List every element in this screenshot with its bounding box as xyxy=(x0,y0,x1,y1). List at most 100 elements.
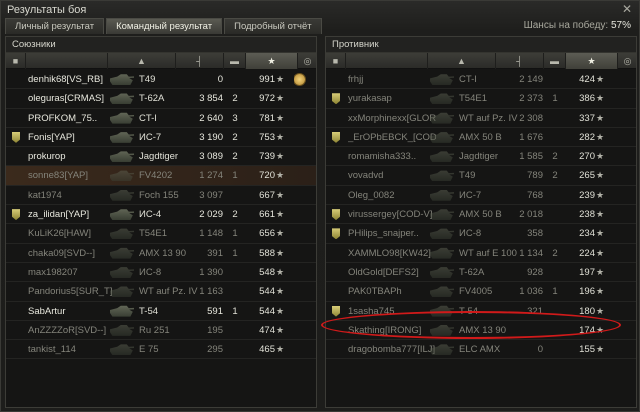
star-icon: ★ xyxy=(276,228,285,239)
sort-squad-icon[interactable]: ■ xyxy=(326,53,346,69)
table-row[interactable]: yurakasap T54E1 2 373 1 386 ★ xyxy=(326,89,636,109)
damage-value: 2 018 xyxy=(519,209,543,221)
star-icon: ★ xyxy=(276,286,285,297)
xp-value: 781 xyxy=(259,112,275,124)
sort-damage-icon[interactable]: ┤ xyxy=(496,53,544,69)
table-row[interactable]: 1sasha745 T-54 321 180 ★ xyxy=(326,302,636,321)
table-row[interactable]: prokurop Jagdtiger 3 089 2 739 ★ xyxy=(6,147,316,167)
damage-value: 3 854 xyxy=(199,93,223,105)
frags-value xyxy=(548,109,562,128)
damage-value: 1 585 xyxy=(519,151,543,163)
table-row[interactable]: romamisha333.. Jagdtiger 1 585 2 270 ★ xyxy=(326,147,636,167)
table-row[interactable]: sonne83[YAP] FV4202 1 274 1 720 ★ xyxy=(6,166,316,186)
squad-slot xyxy=(332,267,342,278)
table-row[interactable]: AnZZZZoR[SVD--] Ru 251 195 474 ★ xyxy=(6,321,316,341)
tank-icon xyxy=(430,150,454,163)
star-icon: ★ xyxy=(276,266,285,277)
frags-value: 3 xyxy=(232,112,238,124)
xp-value: 474 xyxy=(259,324,275,336)
tank-icon xyxy=(430,131,454,144)
table-row[interactable]: SabArtur T-54 591 1 544 ★ xyxy=(6,302,316,321)
player-name: KuLiK26[HAW] xyxy=(28,228,92,240)
sort-squad-icon[interactable]: ■ xyxy=(6,53,26,69)
enemies-list: frhjj CT-I 2 149 424 ★ yurakasap T54E1 2 373 1 38… xyxy=(326,70,636,360)
player-name: yurakasap xyxy=(348,93,392,105)
table-row[interactable]: oleguras[CRMAS] T-62A 3 854 2 972 ★ xyxy=(6,89,316,109)
table-row[interactable]: Pandorius5[SUR_T] WT auf Pz. IV 1 163 544 ★ xyxy=(6,282,316,302)
table-row[interactable]: za_ilidan[YAP] ИС-4 2 029 2 661 ★ xyxy=(6,205,316,225)
frags-value xyxy=(548,186,562,205)
star-icon: ★ xyxy=(276,74,285,84)
table-row[interactable]: OldGold[DEFS2] T-62A 928 197 ★ xyxy=(326,263,636,283)
sort-xp-icon[interactable]: ★ xyxy=(246,53,298,69)
sort-frags-icon[interactable]: ▬ xyxy=(544,53,566,69)
player-name: chaka09[SVD--] xyxy=(28,247,96,259)
frags-value: 2 xyxy=(232,151,238,163)
sort-player-button[interactable] xyxy=(346,53,428,69)
star-icon: ★ xyxy=(276,151,285,162)
damage-value: 1 134 xyxy=(519,247,543,259)
xp-value: 667 xyxy=(259,189,275,201)
tab-bar: Личный результат Командный результат Под… xyxy=(5,18,324,34)
damage-value: 1 036 xyxy=(519,286,543,298)
table-row[interactable]: xxMorphinexx[GLORI] WT auf Pz. IV 2 308 337… xyxy=(326,109,636,128)
tank-icon xyxy=(110,208,134,221)
player-name: SabArtur xyxy=(28,305,66,317)
tank-icon xyxy=(430,324,454,337)
damage-value: 928 xyxy=(527,266,543,278)
table-row[interactable]: dragobomba777[ILJ] ELC AMX 0 155 ★ xyxy=(326,340,636,360)
table-row[interactable]: frhjj CT-I 2 149 424 ★ xyxy=(326,70,636,90)
xp-value: 753 xyxy=(259,131,275,143)
tank-icon xyxy=(430,285,454,298)
xp-value: 424 xyxy=(579,74,595,85)
table-row[interactable]: vovadvd T49 789 2 265 ★ xyxy=(326,166,636,186)
squad-slot xyxy=(12,74,22,85)
frags-value: 1 xyxy=(552,93,558,105)
sort-tank-button[interactable]: ▲ xyxy=(428,53,496,69)
table-row[interactable]: kat1974 Foch 155 3 097 667 ★ xyxy=(6,186,316,206)
player-name: _ErOPbEBCK_[COD-V] xyxy=(348,131,436,143)
damage-value: 3 097 xyxy=(199,189,223,201)
table-row[interactable]: tankist_114 E 75 295 465 ★ xyxy=(6,340,316,360)
sort-tank-button[interactable]: ▲ xyxy=(108,53,176,69)
table-row[interactable]: PROFKOM_75.. CT-I 2 640 3 781 ★ xyxy=(6,109,316,128)
tab-team-result[interactable]: Командный результат xyxy=(106,18,223,34)
sort-player-button[interactable] xyxy=(26,53,108,69)
damage-value: 2 308 xyxy=(519,112,543,124)
table-row[interactable]: Oleg_0082 ИС-7 768 239 ★ xyxy=(326,186,636,206)
tank-icon xyxy=(110,112,134,125)
tank-icon xyxy=(430,169,454,182)
tank-icon xyxy=(110,150,134,163)
table-row[interactable]: PAK0TBAPh FV4005 1 036 1 196 ★ xyxy=(326,282,636,302)
clan-shield-icon xyxy=(12,131,22,143)
player-name: Pandorius5[SUR_T] xyxy=(28,286,113,298)
sort-damage-icon[interactable]: ┤ xyxy=(176,53,224,69)
tab-detailed-report[interactable]: Подробный отчёт xyxy=(224,18,322,34)
xp-value: 174 xyxy=(579,324,595,336)
table-row[interactable]: chaka09[SVD--] AMX 13 90 391 1 588 ★ xyxy=(6,244,316,263)
table-row[interactable]: XAMMLO98[KW42] WT auf E 100 1 134 2 224 ★ xyxy=(326,244,636,263)
table-row[interactable]: max198207 ИС-8 1 390 548 ★ xyxy=(6,263,316,283)
sort-xp-icon[interactable]: ★ xyxy=(566,53,618,69)
sort-medals-icon[interactable]: ◎ xyxy=(618,53,638,69)
medal-icon[interactable] xyxy=(294,70,308,89)
sort-medals-icon[interactable]: ◎ xyxy=(298,53,318,69)
player-name: prokurop xyxy=(28,151,66,163)
sort-frags-icon[interactable]: ▬ xyxy=(224,53,246,69)
damage-value: 321 xyxy=(527,305,543,317)
squad-slot xyxy=(12,170,22,181)
damage-value: 0 xyxy=(217,74,223,85)
table-row[interactable]: Skathing[IRONG] AMX 13 90 174 ★ xyxy=(326,321,636,341)
table-row[interactable]: virussergey[COD-V] AMX 50 B2 018 238 ★ xyxy=(326,205,636,225)
tab-personal-result[interactable]: Личный результат xyxy=(5,18,105,34)
frags-value xyxy=(548,263,562,282)
table-row[interactable]: _ErOPbEBCK_[COD-V]AMX 50 B1 676282★ xyxy=(326,128,636,148)
player-name: Fonis[YAP] xyxy=(28,131,75,143)
table-row[interactable]: Fonis[YAP] ИС-7 3 190 2 753 ★ xyxy=(6,128,316,148)
table-row[interactable]: PHilips_snajper.. ИС-8 358 234 ★ xyxy=(326,224,636,244)
table-row[interactable]: denhik68[VS_RB] T49 0 991 ★ xyxy=(6,70,316,90)
squad-slot xyxy=(12,325,22,336)
close-button[interactable]: ✕ xyxy=(620,3,634,16)
table-row[interactable]: KuLiK26[HAW] T54E1 1 148 1 656 ★ xyxy=(6,224,316,244)
star-icon: ★ xyxy=(596,228,605,239)
